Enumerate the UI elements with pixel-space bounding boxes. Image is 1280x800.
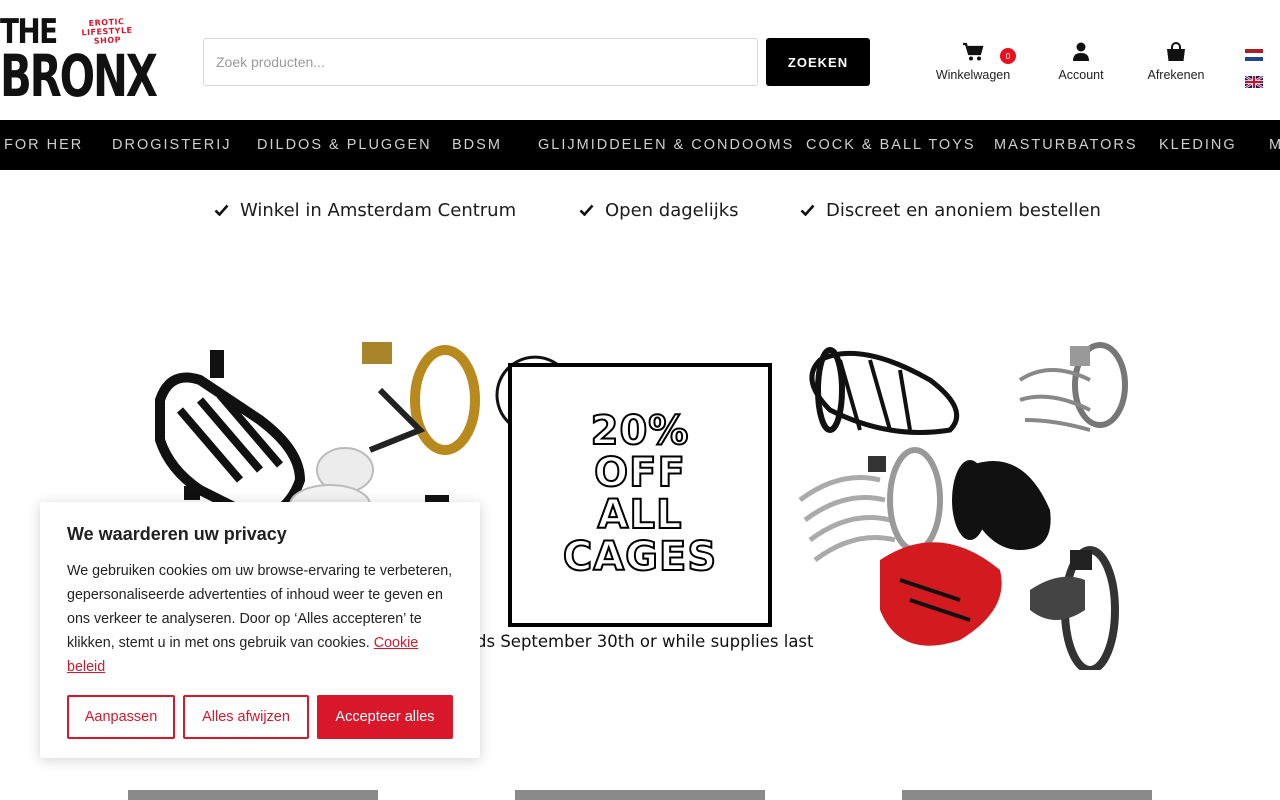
sale-note: e ends September 30th or while supplies … (440, 632, 814, 651)
nav-item-more[interactable]: M (1269, 120, 1280, 170)
usp-text: Discreet en anoniem bestellen (826, 200, 1101, 221)
shopping-bag-icon (1142, 42, 1210, 64)
promo-headline-line: 20% (590, 408, 690, 454)
product-thumbnail[interactable] (515, 790, 765, 800)
black-plastic-cage-image (952, 460, 1051, 550)
account-label: Account (1058, 68, 1104, 82)
black-wire-cage-image (809, 347, 960, 435)
usp-open-daily: Open dagelijks (579, 198, 739, 224)
usp-text: Open dagelijks (605, 200, 739, 221)
red-cage-image (880, 542, 1002, 646)
checkmark-icon (214, 198, 230, 224)
nav-item-glijmiddelen-condooms[interactable]: GLIJMIDDELEN & CONDOOMS (538, 120, 794, 170)
cart-count-badge: 0 (1000, 48, 1016, 64)
cart-label: Winkelwagen (935, 68, 1011, 82)
reject-all-button[interactable]: Alles afwijzen (183, 695, 309, 739)
product-thumbnail[interactable] (902, 790, 1152, 800)
promo-headline-line: OFF (593, 450, 686, 496)
product-thumbnail[interactable] (128, 790, 378, 800)
search-input[interactable] (203, 38, 758, 86)
black-cage-image (155, 350, 306, 526)
nav-item-cock-ball-toys[interactable]: COCK & BALL TOYS (806, 120, 976, 170)
nav-item-dildos-pluggen[interactable]: DILDOS & PLUGGEN (257, 120, 432, 170)
checkout-link[interactable]: Afrekenen (1142, 42, 1210, 82)
checkout-label: Afrekenen (1147, 68, 1205, 82)
accept-all-button[interactable]: Accepteer alles (317, 695, 453, 739)
checkmark-icon (800, 198, 816, 224)
nav-item-masturbators[interactable]: MASTURBATORS (994, 120, 1138, 170)
nav-item-drogisterij[interactable]: DROGISTERIJ (112, 120, 231, 170)
steel-cage-image (1018, 342, 1128, 432)
checkmark-icon (579, 198, 595, 224)
cookie-title: We waarderen uw privacy (67, 524, 287, 544)
spiral-cage-image (798, 447, 943, 563)
gold-cage-image (362, 342, 480, 455)
user-icon (1052, 42, 1110, 64)
main-nav: FOR HER DROGISTERIJ DILDOS & PLUGGEN BDS… (0, 120, 1280, 170)
uk-flag-icon[interactable] (1244, 73, 1264, 89)
search-button[interactable]: ZOEKEN (766, 38, 870, 86)
cookie-consent-dialog: We waarderen uw privacy We gebruiken coo… (40, 502, 480, 758)
site-logo[interactable]: THE EROTIC LIFESTYLE SHOP BRONX (0, 12, 162, 110)
usp-store-location: Winkel in Amsterdam Centrum (214, 198, 516, 224)
smoke-cage-image (1030, 546, 1119, 670)
nav-item-kleding[interactable]: KLEDING (1159, 120, 1237, 170)
site-header: THE EROTIC LIFESTYLE SHOP BRONX ZOEKEN W… (0, 0, 1280, 120)
nav-item-for-her[interactable]: FOR HER (4, 120, 83, 170)
promo-headline-line: ALL (597, 492, 683, 538)
promo-headline: 20% OFF ALL CAGES (508, 408, 772, 580)
usp-discreet-ordering: Discreet en anoniem bestellen (800, 198, 1101, 224)
cookie-text: We gebruiken cookies om uw browse-ervari… (67, 559, 453, 679)
nav-item-bdsm[interactable]: BDSM (452, 120, 502, 170)
customize-button[interactable]: Aanpassen (67, 695, 175, 739)
logo-bronx: BRONX (0, 42, 158, 110)
promo-headline-line: CAGES (562, 534, 718, 580)
usp-text: Winkel in Amsterdam Centrum (240, 200, 517, 221)
dutch-flag-icon[interactable] (1245, 46, 1263, 61)
account-link[interactable]: Account (1052, 42, 1110, 82)
